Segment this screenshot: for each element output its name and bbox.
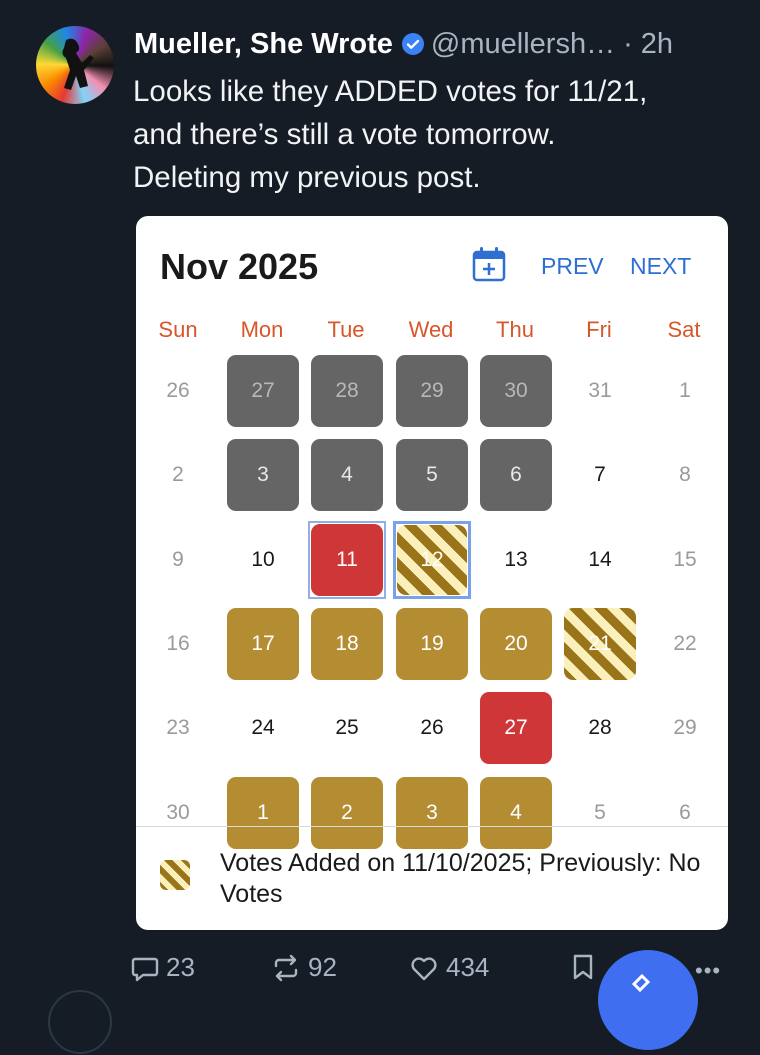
- like-count: 434: [446, 952, 490, 982]
- reply-icon: [131, 957, 159, 981]
- day-cell: 30: [480, 355, 552, 427]
- silhouette-icon: [62, 38, 94, 90]
- day-cell: 5: [594, 801, 606, 824]
- post: Mueller, She Wrote @muellersh… · 2h Look…: [0, 0, 760, 1054]
- weekday-label-mon: Mon: [240, 317, 284, 342]
- day-cell-vote: 20: [480, 608, 552, 680]
- day-cell: 5: [396, 439, 468, 511]
- day-cell: 15: [673, 548, 697, 571]
- compose-button[interactable]: [598, 950, 698, 1050]
- calendar-add-icon: [472, 247, 506, 282]
- day-cell-vote: 1: [227, 777, 299, 849]
- day-cell: 28: [311, 355, 383, 427]
- day-cell: 31: [588, 379, 612, 402]
- day-cell: 3: [227, 439, 299, 511]
- reply-button[interactable]: 23: [130, 952, 195, 983]
- day-cell: 8: [679, 463, 691, 486]
- avatar[interactable]: [36, 26, 114, 104]
- day-cell-highlight: 11: [311, 524, 383, 596]
- legend-divider: [136, 826, 728, 827]
- day-cell-vote: 2: [311, 777, 383, 849]
- weekday-label-tue: Tue: [327, 317, 365, 342]
- day-cell-added-votes: 21: [564, 608, 636, 680]
- timestamp[interactable]: 2h: [641, 28, 673, 61]
- repost-icon: [274, 954, 298, 981]
- weekday-label-sun: Sun: [158, 317, 198, 342]
- repost-button[interactable]: 92: [270, 952, 337, 983]
- heart-icon: [411, 956, 437, 980]
- day-cell: 9: [172, 548, 184, 571]
- like-button[interactable]: 434: [408, 952, 489, 983]
- repost-count: 92: [308, 952, 337, 982]
- day-cell-vote: 4: [480, 777, 552, 849]
- day-cell-vote: 19: [396, 608, 468, 680]
- verified-badge-icon: [401, 33, 424, 55]
- post-text-line: and there’s still a vote tomorrow.: [133, 118, 556, 151]
- weekday-label-sat: Sat: [667, 317, 701, 342]
- day-cell: 26: [420, 716, 444, 739]
- post-header: Mueller, She Wrote @muellersh… · 2h: [134, 24, 740, 64]
- day-cell: 25: [335, 716, 359, 739]
- calendar-title: Nov 2025: [160, 246, 319, 287]
- day-cell: 6: [679, 801, 691, 824]
- next-month-button: NEXT: [630, 253, 692, 279]
- day-cell: 6: [480, 439, 552, 511]
- day-cell: 28: [588, 716, 612, 739]
- post-text-line: Looks like they ADDED votes for 11/21,: [133, 75, 648, 108]
- day-cell: 13: [504, 548, 528, 571]
- day-cell-highlight: 27: [480, 692, 552, 764]
- day-cell: 7: [594, 463, 606, 486]
- legend-striped-swatch: [160, 860, 190, 890]
- day-cell: 22: [673, 632, 697, 655]
- day-cell: 30: [166, 801, 190, 824]
- day-cell: 16: [166, 632, 190, 655]
- day-cell-added-votes: 12: [397, 525, 467, 595]
- day-cell: 29: [396, 355, 468, 427]
- legend-text: Votes Added on 11/10/2025; Previously: N…: [220, 849, 701, 908]
- day-cell: 29: [673, 716, 697, 739]
- weekday-label-thu: Thu: [496, 317, 534, 342]
- bookmark-icon: [573, 954, 593, 980]
- day-cell: 14: [588, 548, 612, 571]
- day-cell: 10: [251, 548, 275, 571]
- post-text: Looks like they ADDED votes for 11/21, a…: [133, 70, 733, 199]
- prev-month-button: PREV: [541, 253, 604, 279]
- weekday-label-fri: Fri: [586, 317, 612, 342]
- day-cell-vote: 17: [227, 608, 299, 680]
- weekday-label-wed: Wed: [408, 317, 454, 342]
- pencil-icon: [631, 973, 651, 993]
- day-cell-vote: 18: [311, 608, 383, 680]
- day-cell: 1: [679, 379, 691, 402]
- author-handle[interactable]: @muellersh…: [431, 28, 615, 61]
- more-options-button[interactable]: •••: [695, 958, 721, 984]
- post-text-line: Deleting my previous post.: [133, 161, 481, 194]
- day-cell: 27: [227, 355, 299, 427]
- reply-count: 23: [166, 952, 195, 982]
- author-name[interactable]: Mueller, She Wrote: [134, 28, 393, 61]
- day-cell: 2: [172, 463, 184, 486]
- day-cell: 23: [166, 716, 190, 739]
- day-cell: 24: [251, 716, 275, 739]
- embedded-image-calendar[interactable]: Nov 2025 PREV NEXT Sun Mon Tue Wed Thu F…: [136, 216, 728, 930]
- day-cell: 4: [311, 439, 383, 511]
- separator: ·: [623, 27, 633, 60]
- day-cell-vote: 3: [396, 777, 468, 849]
- day-cell: 26: [166, 379, 190, 402]
